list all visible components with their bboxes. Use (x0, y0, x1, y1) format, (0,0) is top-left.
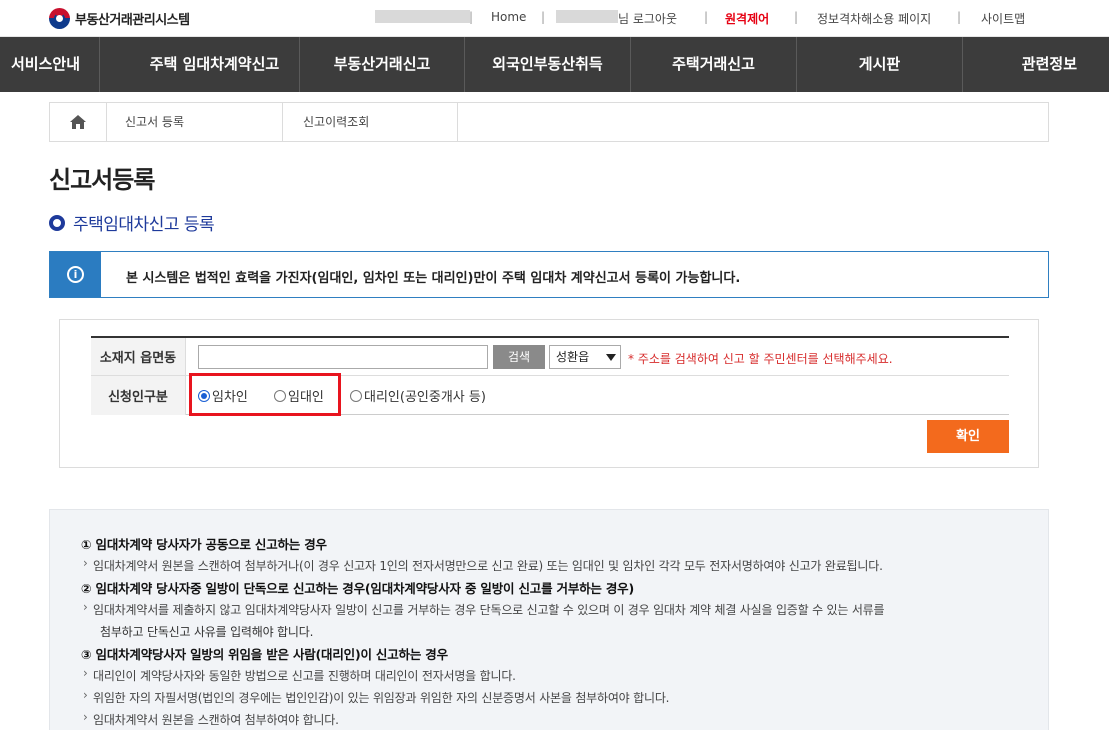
search-button[interactable]: 검색 (493, 345, 545, 369)
blurred-user-id (375, 10, 470, 23)
nav-board[interactable]: 게시판 (797, 37, 963, 92)
home-link[interactable]: Home (491, 10, 526, 24)
nav-related-info[interactable]: 관련정보 (963, 37, 1109, 92)
breadcrumb-item[interactable]: 신고서 등록 (107, 103, 283, 141)
radio-label: 대리인(공인중개사 등) (364, 390, 486, 405)
notice-text: 본 시스템은 법적인 효력을 가진자(임대인, 임차인 또는 대리인)만이 주택… (126, 271, 741, 286)
guide-bullet: 임대차계약서를 제출하지 않고 임대차계약당사자 일방이 신고를 거부하는 경우… (81, 600, 885, 618)
nav-service-info[interactable]: 서비스안내 (0, 37, 100, 92)
remote-control-link[interactable]: 원격제어 (725, 10, 769, 27)
guide-panel: ① 임대차계약 당사자가 공동으로 신고하는 경우 임대차계약서 원본을 스캔하… (49, 509, 1049, 730)
blurred-user-name (556, 10, 618, 23)
section-title: 주택임대차신고 등록 (49, 210, 215, 235)
form-table: 소재지 읍면동 검색 성환읍 * 주소를 검색하여 신고 할 주민센터를 선택해… (91, 336, 1009, 416)
nav-lease-report[interactable]: 주택 임대차계약신고 (130, 37, 300, 92)
guide-heading: ② 임대차계약 당사자중 일방이 단독으로 신고하는 경우(임대차계약당사자 중… (81, 581, 634, 596)
breadcrumb-home[interactable] (50, 103, 107, 141)
location-row: 소재지 읍면동 검색 성환읍 * 주소를 검색하여 신고 할 주민센터를 선택해… (91, 338, 1009, 376)
breadcrumb-item[interactable]: 신고이력조회 (283, 103, 458, 141)
district-select-value: 성환읍 (556, 350, 590, 364)
radio-button[interactable] (350, 389, 362, 402)
sitemap-link[interactable]: 사이트맵 (981, 10, 1025, 27)
guide-bullet: 위임한 자의 자필서명(법인의 경우에는 법인인감)이 있는 위임장과 위임한 … (81, 688, 669, 706)
guide-bullet: 임대차계약서 원본을 스캔하여 첨부하여야 합니다. (81, 710, 339, 728)
util-separator: | (957, 10, 962, 24)
main-navigation: 서비스안내 주택 임대차계약신고 부동산거래신고 외국인부동산취득 주택거래신고… (0, 37, 1109, 92)
nav-real-estate-report[interactable]: 부동산거래신고 (300, 37, 465, 92)
nav-foreigner-acquisition[interactable]: 외국인부동산취득 (465, 37, 631, 92)
guide-heading: ③ 임대차계약당사자 일방의 위임을 받은 사람(대리인)이 신고하는 경우 (81, 647, 448, 662)
radio-agent[interactable]: 대리인(공인중개사 등) (350, 386, 486, 405)
location-hint: * 주소를 검색하여 신고 할 주민센터를 선택해주세요. (628, 352, 893, 366)
util-separator: | (541, 10, 546, 24)
applicant-label: 신청인구분 (91, 376, 186, 415)
logout-link[interactable]: 님 로그아웃 (618, 10, 677, 27)
location-input[interactable] (198, 345, 488, 369)
util-separator: | (704, 10, 709, 24)
guide-bullet: 임대차계약서 원본을 스캔하여 첨부하거나(이 경우 신고자 1인의 전자서명만… (81, 556, 883, 574)
form-box: 소재지 읍면동 검색 성환읍 * 주소를 검색하여 신고 할 주민센터를 선택해… (59, 319, 1039, 468)
page-title: 신고서등록 (49, 166, 155, 194)
guide-bullet: 대리인이 계약당사자와 동일한 방법으로 신고를 진행하며 대리인이 전자서명을… (81, 666, 516, 684)
breadcrumb: 신고서 등록 신고이력조회 (49, 102, 1049, 142)
guide-bullet-continued: 첨부하고 단독신고 사유를 입력해야 합니다. (100, 625, 314, 639)
info-icon: i (50, 252, 101, 297)
util-separator: | (794, 10, 799, 24)
chevron-down-icon (606, 354, 616, 361)
accessibility-page-link[interactable]: 정보격차해소용 페이지 (817, 10, 931, 27)
location-label: 소재지 읍면동 (91, 338, 186, 375)
nav-housing-report[interactable]: 주택거래신고 (631, 37, 797, 92)
district-select[interactable]: 성환읍 (549, 345, 621, 369)
highlight-annotation-box (189, 373, 341, 416)
guide-heading: ① 임대차계약 당사자가 공동으로 신고하는 경우 (81, 537, 327, 552)
home-icon (70, 115, 86, 129)
util-separator: | (469, 10, 474, 24)
confirm-button[interactable]: 확인 (927, 420, 1009, 453)
utility-menu: | Home | 님 로그아웃 | 원격제어 | 정보격차해소용 페이지 | 사… (0, 10, 1109, 26)
top-bar: 부동산거래관리시스템 | Home | 님 로그아웃 | 원격제어 | 정보격차… (0, 0, 1109, 37)
section-title-text: 주택임대차신고 등록 (73, 215, 215, 235)
notice-banner: i 본 시스템은 법적인 효력을 가진자(임대인, 임차인 또는 대리인)만이 … (49, 251, 1049, 298)
bullet-ring-icon (49, 214, 65, 231)
